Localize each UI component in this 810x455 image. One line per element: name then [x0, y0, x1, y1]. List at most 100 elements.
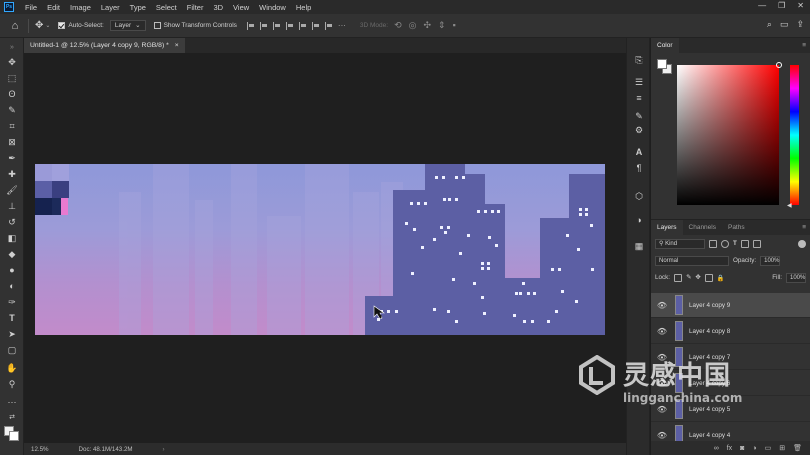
fill-input[interactable]: 100%	[786, 272, 806, 283]
close-tab-icon[interactable]: ×	[175, 38, 179, 53]
tab-layers[interactable]: Layers	[651, 220, 683, 235]
hue-slider[interactable]	[790, 65, 799, 205]
new-group-icon[interactable]: ▭	[765, 444, 772, 452]
eraser-tool-icon[interactable]: ◧	[6, 232, 18, 244]
layer-style-icon[interactable]: fx	[727, 445, 732, 452]
brush-tool-icon[interactable]: 🖌	[6, 184, 18, 196]
tab-paths[interactable]: Paths	[722, 220, 751, 235]
background-color-swatch[interactable]	[9, 431, 19, 441]
restore-icon[interactable]: ❐	[778, 1, 785, 10]
move-tool-icon[interactable]: ✥	[6, 56, 18, 68]
filter-pixel-icon[interactable]	[709, 239, 717, 248]
lock-position-icon[interactable]: ✥	[695, 274, 700, 281]
lock-all-icon[interactable]: 🔒	[717, 274, 725, 282]
3d-slide-icon[interactable]: ⇕	[438, 20, 446, 31]
eyedropper-tool-icon[interactable]: ✒	[6, 152, 18, 164]
menu-filter[interactable]: Filter	[182, 3, 209, 12]
panel-menu-icon[interactable]: ≡	[802, 42, 806, 49]
align-right-icon[interactable]	[272, 21, 281, 30]
lock-pixels-icon[interactable]: ✎	[686, 274, 691, 281]
menu-edit[interactable]: Edit	[42, 3, 65, 12]
visibility-eye-icon[interactable]: 👁	[655, 327, 669, 336]
adjustment-layer-icon[interactable]: ◑	[752, 445, 756, 452]
marquee-tool-icon[interactable]: ⬚	[6, 72, 18, 84]
zoom-tool-icon[interactable]: ⚲	[6, 378, 18, 390]
align-left-icon[interactable]	[246, 21, 255, 30]
filter-shape-icon[interactable]	[740, 239, 749, 248]
paragraph-panel-icon[interactable]: ¶	[633, 162, 645, 174]
panel-menu-icon[interactable]: ≡	[802, 224, 806, 231]
new-layer-icon[interactable]: ⊞	[779, 444, 785, 452]
distribute-icon[interactable]	[324, 21, 333, 30]
foreground-color-swatch[interactable]	[657, 59, 667, 69]
align-hcenter-icon[interactable]	[259, 21, 268, 30]
search-icon[interactable]: ⌕	[767, 19, 772, 30]
character-panel-icon[interactable]: A	[633, 146, 645, 158]
menu-layer[interactable]: Layer	[96, 3, 125, 12]
quick-select-tool-icon[interactable]: ✎	[6, 104, 18, 116]
3d-roll-icon[interactable]: ◎	[409, 20, 417, 31]
visibility-eye-icon[interactable]: 👁	[655, 301, 669, 310]
healing-brush-tool-icon[interactable]: ✚	[6, 168, 18, 180]
menu-window[interactable]: Window	[254, 3, 291, 12]
visibility-eye-icon[interactable]: 👁	[655, 431, 669, 440]
lock-artboard-icon[interactable]	[704, 273, 713, 282]
history-panel-icon[interactable]: ⎘	[633, 54, 645, 66]
dodge-tool-icon[interactable]: ◐	[6, 280, 18, 292]
adjustments-panel-icon[interactable]: ≡	[633, 92, 645, 104]
hue-marker-icon[interactable]: ◀	[787, 202, 792, 209]
3d-scale-icon[interactable]: ▪	[453, 20, 456, 31]
frame-tool-icon[interactable]: ⊠	[6, 136, 18, 148]
rectangle-tool-icon[interactable]: ▢	[6, 344, 18, 356]
menu-select[interactable]: Select	[151, 3, 182, 12]
align-bottom-icon[interactable]	[311, 21, 320, 30]
move-tool-icon[interactable]: ✥	[35, 20, 43, 31]
3d-orbit-icon[interactable]: ⟲	[394, 20, 402, 31]
crop-tool-icon[interactable]: ⌗	[6, 120, 18, 132]
home-icon[interactable]: ⌂	[8, 19, 22, 33]
path-select-tool-icon[interactable]: ➤	[6, 328, 18, 340]
tab-channels[interactable]: Channels	[683, 220, 722, 235]
more-icon[interactable]: ···	[338, 21, 346, 30]
hand-tool-icon[interactable]: ✋	[6, 362, 18, 374]
color-field[interactable]	[677, 65, 779, 205]
opacity-input[interactable]: 100%	[760, 255, 781, 266]
workspace-icon[interactable]: ▭	[780, 19, 789, 30]
brush-settings-icon[interactable]: ⚙	[633, 124, 645, 136]
document-canvas[interactable]	[35, 164, 605, 335]
history-brush-tool-icon[interactable]: ↺	[6, 216, 18, 228]
filter-toggle-icon[interactable]	[798, 239, 806, 248]
chevron-down-icon[interactable]: ⌄	[45, 22, 50, 29]
swap-colors-icon[interactable]: ⇄	[6, 412, 18, 424]
filter-adjustment-icon[interactable]	[721, 239, 729, 248]
menu-file[interactable]: File	[20, 3, 42, 12]
toolbar-collapse-icon[interactable]: »	[6, 42, 18, 54]
auto-select-checkbox[interactable]	[58, 22, 66, 29]
delete-layer-icon[interactable]: 🗑	[793, 444, 802, 452]
clone-stamp-tool-icon[interactable]: ⊥	[6, 200, 18, 212]
menu-3d[interactable]: 3D	[208, 3, 228, 12]
document-tab[interactable]: Untitled-1 @ 12.5% (Layer 4 copy 9, RGB/…	[24, 38, 185, 53]
layer-row[interactable]: 👁 Layer 4 copy 9	[651, 293, 810, 318]
filter-type-icon[interactable]: T	[733, 240, 737, 247]
filter-smart-object-icon[interactable]	[752, 239, 761, 248]
lasso-tool-icon[interactable]: ʘ	[6, 88, 18, 100]
blend-mode-select[interactable]: Normal	[655, 255, 729, 266]
blur-tool-icon[interactable]: ●	[6, 264, 18, 276]
auto-select-dropdown[interactable]: Layer ⌄	[109, 20, 146, 31]
color-picker-marker[interactable]	[776, 62, 782, 68]
menu-help[interactable]: Help	[291, 3, 316, 12]
minimize-icon[interactable]: —	[758, 1, 766, 10]
edit-toolbar-icon[interactable]: ···	[6, 396, 18, 408]
menu-image[interactable]: Image	[65, 3, 96, 12]
brush-panel-icon[interactable]: ✎	[633, 110, 645, 122]
close-icon[interactable]: ✕	[797, 1, 804, 10]
share-icon[interactable]: ⇪	[796, 19, 804, 30]
link-layers-icon[interactable]: ∞	[714, 445, 719, 452]
type-tool-icon[interactable]: T	[6, 312, 18, 324]
menu-type[interactable]: Type	[125, 3, 151, 12]
zoom-level[interactable]: 12.5%	[31, 446, 49, 453]
lock-transparent-icon[interactable]	[674, 273, 683, 282]
align-top-icon[interactable]	[285, 21, 294, 30]
properties-panel-icon[interactable]: ☰	[633, 76, 645, 88]
